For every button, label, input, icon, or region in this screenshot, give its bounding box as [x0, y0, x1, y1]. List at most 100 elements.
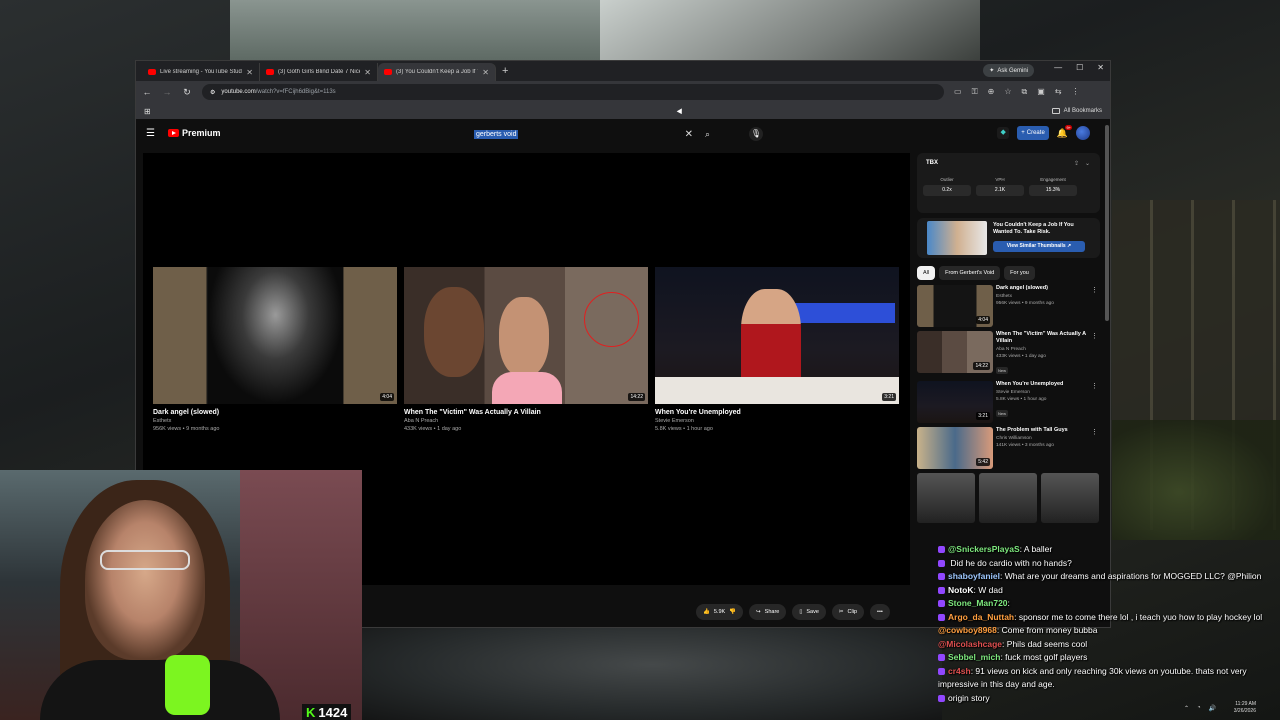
minimize-icon[interactable]: — — [1054, 63, 1062, 72]
taskbar-clock[interactable]: 11:29 AM 3/26/2026 — [1234, 701, 1256, 715]
video-thumbnail[interactable]: 4:04 — [153, 267, 397, 404]
video-title[interactable]: When The "Victim" Was Actually A Villain — [404, 409, 648, 416]
side-panel-icon[interactable]: ▣ — [1037, 87, 1045, 97]
list-item[interactable]: 4:04 Dark angel (slowed) Esthetx 956K vi… — [917, 285, 1100, 327]
export-icon[interactable]: ⇪ — [1074, 160, 1079, 167]
apps-grid-icon[interactable]: ⊞ — [144, 107, 151, 116]
video-thumbnail[interactable]: 4:04 — [917, 285, 993, 327]
short-thumbnail[interactable] — [1041, 473, 1099, 523]
ask-gemini-button[interactable]: ✦ Ask Gemini — [983, 64, 1034, 77]
chip-from-channel[interactable]: From Gerbert's Void — [939, 266, 1001, 280]
page-scrollbar[interactable] — [1105, 125, 1109, 321]
stat-label: VPH — [995, 177, 1005, 182]
end-screen-card[interactable]: 3:21 When You're Unemployed Stevie Emers… — [655, 267, 899, 432]
maximize-icon[interactable]: ☐ — [1076, 63, 1083, 72]
clear-search-icon[interactable]: ✕ — [685, 129, 693, 140]
create-button[interactable]: + Create — [1017, 126, 1049, 140]
list-item[interactable]: 3:21 When You're Unemployed Stevie Emers… — [917, 381, 1100, 423]
password-key-icon[interactable]: ⚿ — [972, 87, 978, 97]
bookmark-star-icon[interactable]: ☆ — [1004, 87, 1011, 97]
back-arrow-icon[interactable]: ← — [142, 87, 152, 97]
address-bar[interactable]: ⚙ youtube.com/watch?v=fFCijh6dBig&t=113s — [202, 84, 944, 100]
save-button[interactable]: ▯ Save — [792, 604, 826, 620]
channel-name[interactable]: Aba N Preach — [404, 418, 648, 424]
channel-name[interactable]: Esthetx — [153, 418, 397, 424]
video-title[interactable]: The Problem with Tall Guys — [996, 427, 1088, 434]
search-icon[interactable]: ⌕ — [705, 129, 710, 140]
view-similar-thumbnails-button[interactable]: View Similar Thumbnails ↗ — [993, 241, 1085, 252]
list-item[interactable]: 14:22 When The "Victim" Was Actually A V… — [917, 331, 1100, 377]
new-badge: New — [996, 410, 1009, 417]
chip-for-you[interactable]: For you — [1004, 266, 1035, 280]
forward-arrow-icon[interactable]: → — [162, 87, 172, 97]
chat-username: Argo_da_Nuttah — [948, 611, 1015, 622]
hamburger-menu-icon[interactable]: ☰ — [146, 128, 155, 139]
end-screen-card[interactable]: 14:22 When The "Victim" Was Actually A V… — [404, 267, 648, 432]
profile-extension-icon[interactable]: ⇆ — [1055, 87, 1062, 97]
volume-icon[interactable]: 🔊 — [1209, 705, 1216, 712]
cast-icon[interactable]: ▭ — [954, 87, 962, 97]
badge-icon — [938, 613, 945, 621]
menu-kebab-icon[interactable]: ⋮ — [1072, 87, 1080, 97]
site-info-icon[interactable]: ⚙ — [210, 89, 215, 96]
tab-youtube-studio[interactable]: Live streaming - YouTube Studi ✕ — [142, 63, 260, 81]
more-kebab-icon[interactable]: ⋮ — [1091, 428, 1098, 436]
end-screen-card[interactable]: 4:04 Dark angel (slowed) Esthetx 956K vi… — [153, 267, 397, 432]
voice-search-mic-icon[interactable]: 🎙 — [749, 127, 763, 141]
video-thumbnail[interactable]: 14:22 — [917, 331, 993, 373]
all-bookmarks-button[interactable]: All Bookmarks — [1051, 108, 1102, 114]
wifi-icon[interactable]: ◔ — [1197, 705, 1201, 712]
zoom-icon[interactable]: ⊕ — [988, 87, 995, 97]
badge-icon — [938, 694, 945, 702]
reload-icon[interactable]: ↻ — [182, 87, 192, 98]
close-tab-icon[interactable]: ✕ — [246, 68, 253, 77]
channel-name[interactable]: Aba N Preach — [996, 347, 1088, 352]
chat-message: Sebbel_mich: fuck most golf players — [938, 651, 1280, 665]
tab-current-video[interactable]: (3) You Couldn't Keep a Job If Y ✕ — [378, 63, 496, 81]
chat-username: @SnickersPlayaS — [948, 544, 1020, 554]
search-input[interactable]: gerberts void — [466, 125, 685, 143]
video-thumbnail[interactable]: 14:22 — [404, 267, 648, 404]
new-tab-button[interactable]: + — [502, 65, 508, 77]
video-title[interactable]: When You're Unemployed — [996, 381, 1088, 388]
clip-button[interactable]: ✂ Clip — [831, 604, 865, 620]
extension-icon[interactable]: ◆ — [997, 127, 1010, 139]
youtube-logo[interactable]: Premium — [168, 128, 221, 138]
channel-name[interactable]: Stevie Emerson — [996, 390, 1088, 395]
close-tab-icon[interactable]: ✕ — [364, 68, 371, 77]
channel-name[interactable]: Stevie Emerson — [655, 418, 899, 424]
extensions-puzzle-icon[interactable]: ⧉ — [1022, 87, 1028, 97]
video-title[interactable]: When You're Unemployed — [655, 409, 899, 416]
video-title[interactable]: Dark angel (slowed) — [996, 285, 1088, 292]
more-kebab-icon[interactable]: ⋮ — [1091, 286, 1098, 294]
channel-name[interactable]: Chris Williamson — [996, 436, 1088, 441]
similar-thumbnails-card: You Couldn't Keep a Job If You Wanted To… — [917, 218, 1100, 258]
list-item[interactable]: 5:42 The Problem with Tall Guys Chris Wi… — [917, 427, 1100, 469]
close-window-icon[interactable]: ✕ — [1097, 63, 1104, 72]
video-thumbnail[interactable]: 5:42 — [917, 427, 993, 469]
video-thumbnail[interactable]: 3:21 — [655, 267, 899, 404]
short-thumbnail[interactable] — [917, 473, 975, 523]
channel-name[interactable]: Esthetx — [996, 294, 1088, 299]
chat-username: cr4sh — [948, 665, 971, 676]
notifications-bell-icon[interactable]: 🔔 9+ — [1057, 124, 1072, 139]
short-thumbnail[interactable] — [979, 473, 1037, 523]
thumbs-down-icon[interactable]: 👎 — [729, 609, 736, 615]
chip-all[interactable]: All — [917, 266, 936, 280]
tray-chevron-icon[interactable]: ⌃ — [1184, 705, 1189, 712]
current-video-thumbnail — [927, 221, 987, 255]
video-title[interactable]: Dark angel (slowed) — [153, 409, 397, 416]
share-button[interactable]: ↪ Share — [749, 604, 787, 620]
streamer-glasses — [100, 550, 190, 570]
like-dislike-button[interactable]: 👍 5.9K 👎 — [696, 604, 744, 620]
more-kebab-icon[interactable]: ⋮ — [1091, 382, 1098, 390]
youtube-favicon-icon — [266, 69, 274, 75]
video-thumbnail[interactable]: 3:21 — [917, 381, 993, 423]
close-tab-icon[interactable]: ✕ — [482, 68, 489, 77]
tab-goth-girls[interactable]: (3) Goth Girls Blind Date 7 Nice ✕ — [260, 63, 378, 81]
more-kebab-icon[interactable]: ⋮ — [1091, 332, 1098, 340]
account-avatar[interactable] — [1076, 126, 1090, 140]
video-title[interactable]: When The "Victim" Was Actually A Villain — [996, 331, 1088, 345]
collapse-chevron-icon[interactable]: ⌄ — [1085, 160, 1090, 167]
more-actions-button[interactable]: ••• — [870, 604, 890, 620]
